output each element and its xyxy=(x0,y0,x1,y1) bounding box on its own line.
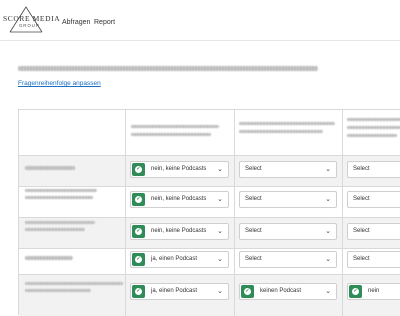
check-icon: ✓ xyxy=(132,193,145,206)
answer-select-value: nein xyxy=(368,288,380,294)
answer-select-value: keinen Podcast xyxy=(260,288,302,294)
chevron-down-icon: ⌄ xyxy=(217,166,223,173)
check-icon: ✓ xyxy=(132,225,145,238)
reorder-questions-link[interactable]: Fragenreihenfolge anpassen xyxy=(18,80,101,87)
col-divider xyxy=(125,110,126,316)
answer-select[interactable]: Select ⌄ xyxy=(239,251,337,268)
redacted-column-header xyxy=(131,125,219,128)
redacted-column-header xyxy=(239,122,335,125)
row-divider xyxy=(19,186,400,187)
answer-select-value: Select xyxy=(353,228,370,234)
answer-select-value: ja, einen Podcast xyxy=(151,256,198,262)
redacted-row-label xyxy=(25,228,85,231)
answer-select[interactable]: ✓ ja, einen Podcast ⌄ xyxy=(130,283,229,300)
answer-select[interactable]: ✓ nein, keine Podcasts ⌄ xyxy=(130,161,229,178)
redacted-page-title xyxy=(18,66,318,71)
chevron-down-icon: ⌄ xyxy=(217,196,223,203)
app-header: SCORE MEDIA GROUP Abfragen Report xyxy=(0,0,400,40)
row-divider xyxy=(19,248,400,249)
answer-select-value: Select xyxy=(245,256,262,262)
answer-select[interactable]: Select xyxy=(347,251,400,268)
answer-select-value: ja, einen Podcast xyxy=(151,288,198,294)
nav-report[interactable]: Report xyxy=(94,19,115,26)
answer-select-value: Select xyxy=(353,166,370,172)
brand-logo[interactable]: SCORE MEDIA GROUP xyxy=(0,0,60,40)
chevron-down-icon: ⌄ xyxy=(325,166,331,173)
answer-select-value: Select xyxy=(245,196,262,202)
check-icon: ✓ xyxy=(132,285,145,298)
redacted-row-label xyxy=(25,221,95,224)
row-divider xyxy=(19,217,400,218)
chevron-down-icon: ⌄ xyxy=(325,228,331,235)
answer-select[interactable]: Select ⌄ xyxy=(239,161,337,178)
answer-select[interactable]: Select xyxy=(347,191,400,208)
chevron-down-icon: ⌄ xyxy=(217,288,223,295)
chevron-down-icon: ⌄ xyxy=(325,256,331,263)
check-icon: ✓ xyxy=(349,285,362,298)
answer-select[interactable]: ✓ nein xyxy=(347,283,400,300)
redacted-row-label xyxy=(25,196,93,199)
answer-select[interactable]: ✓ keinen Podcast ⌄ xyxy=(239,283,337,300)
answer-select[interactable]: ✓ ja, einen Podcast ⌄ xyxy=(130,251,229,268)
check-icon: ✓ xyxy=(132,163,145,176)
redacted-column-header xyxy=(131,133,211,136)
chevron-down-icon: ⌄ xyxy=(325,196,331,203)
answer-select[interactable]: Select ⌄ xyxy=(239,191,337,208)
answer-select[interactable]: Select ⌄ xyxy=(239,223,337,240)
redacted-column-header xyxy=(347,134,397,137)
answer-select[interactable]: ✓ nein, keine Podcasts ⌄ xyxy=(130,191,229,208)
redacted-row-label xyxy=(25,282,123,285)
redacted-row-label xyxy=(25,256,73,260)
answer-select[interactable]: ✓ nein, keine Podcasts ⌄ xyxy=(130,223,229,240)
chevron-down-icon: ⌄ xyxy=(217,256,223,263)
redacted-row-label xyxy=(25,166,75,170)
redacted-column-header xyxy=(347,126,400,129)
redacted-row-label xyxy=(25,289,91,292)
nav-abfragen[interactable]: Abfragen xyxy=(62,19,90,26)
answer-select-value: Select xyxy=(245,166,262,172)
row-divider xyxy=(19,274,400,275)
col-divider xyxy=(234,110,235,316)
header-divider xyxy=(0,40,400,41)
answer-select[interactable]: Select xyxy=(347,161,400,178)
answer-select-value: Select xyxy=(353,196,370,202)
check-icon: ✓ xyxy=(241,285,254,298)
answer-select-value: nein, keine Podcasts xyxy=(151,228,207,234)
chevron-down-icon: ⌄ xyxy=(217,228,223,235)
chevron-down-icon: ⌄ xyxy=(325,288,331,295)
check-icon: ✓ xyxy=(132,253,145,266)
brand-name: SCORE MEDIA xyxy=(3,14,61,23)
redacted-row-label xyxy=(25,189,97,192)
answer-select-value: nein, keine Podcasts xyxy=(151,196,207,202)
answer-select-value: Select xyxy=(245,228,262,234)
redacted-column-header xyxy=(239,130,323,133)
answer-select-value: nein, keine Podcasts xyxy=(151,166,207,172)
col-divider xyxy=(342,110,343,316)
survey-matrix-table: ✓ nein, keine Podcasts ⌄ Select ⌄ Select… xyxy=(18,109,400,316)
row-divider xyxy=(19,155,400,156)
brand-sub: GROUP xyxy=(19,23,40,28)
answer-select-value: Select xyxy=(353,256,370,262)
answer-select[interactable]: Select xyxy=(347,223,400,240)
redacted-column-header xyxy=(347,118,400,121)
